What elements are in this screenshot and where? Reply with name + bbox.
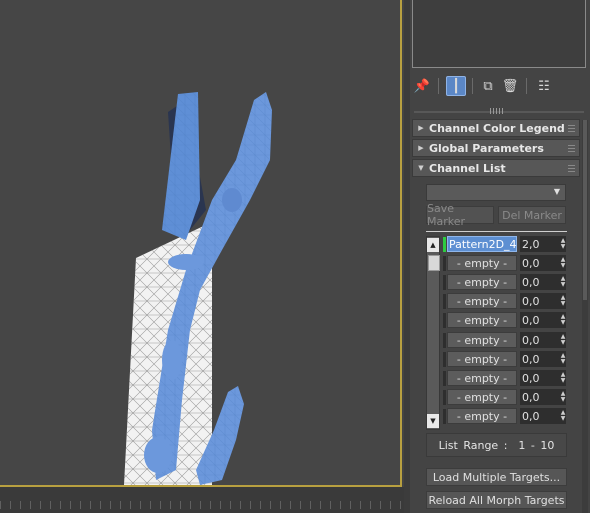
channel-row: Pattern2D_459 2,0 ▲▼: [443, 236, 576, 253]
command-panel-scrollbar[interactable]: [582, 120, 588, 513]
channel-status-indicator: [443, 237, 446, 252]
load-multiple-targets-button[interactable]: Load Multiple Targets...: [426, 468, 567, 486]
rollout-channel-color-legend[interactable]: ▶ Channel Color Legend: [412, 119, 580, 137]
channel-status-indicator: [443, 313, 446, 328]
channel-name-button[interactable]: Pattern2D_459: [447, 236, 517, 252]
channel-status-indicator: [443, 371, 446, 386]
channel-list-scrollbar[interactable]: ▲ ▼: [426, 236, 440, 430]
command-panel: 📌 ┃ ⧉ 🗑 ☷ ▶ Channel Color Legend ▶ Globa…: [410, 0, 590, 513]
rollout-grip-icon[interactable]: [568, 164, 575, 172]
scrollbar-thumb[interactable]: [583, 120, 587, 300]
channel-name-button[interactable]: - empty -: [447, 408, 517, 424]
modifier-stack-toolbar: 📌 ┃ ⧉ 🗑 ☷: [412, 74, 586, 98]
list-range-label: List Range :: [438, 438, 508, 452]
channel-name-button[interactable]: - empty -: [447, 255, 517, 271]
reload-all-morph-targets-button[interactable]: Reload All Morph Targets: [426, 491, 567, 509]
channel-list-body: ▼ Save Marker Del Marker ▲ ▼ Pattern2D_4…: [412, 178, 580, 513]
collapsed-arrow-icon: ▶: [418, 144, 424, 152]
channel-status-indicator: [443, 409, 446, 424]
channel-row: - empty - 0,0 ▲ ▼: [443, 293, 576, 310]
viewport-scene: [124, 92, 272, 485]
scroll-up-icon[interactable]: ▲: [427, 238, 439, 252]
spinner-icon[interactable]: ▲ ▼: [559, 372, 567, 384]
chevron-down-icon: ▼: [553, 187, 560, 196]
channel-status-indicator: [443, 256, 446, 271]
channel-name-button[interactable]: - empty -: [447, 274, 517, 290]
spinner-icon[interactable]: ▲ ▼: [559, 353, 567, 365]
rollout-channel-list[interactable]: ▼ Channel List: [412, 159, 580, 177]
channel-status-indicator: [443, 390, 446, 405]
panel-divider-grip[interactable]: [490, 108, 504, 114]
rollout-grip-icon[interactable]: [568, 144, 575, 152]
spinner-icon[interactable]: ▲ ▼: [559, 295, 567, 307]
spinner-icon[interactable]: ▲ ▼: [559, 238, 567, 250]
pin-icon[interactable]: 📌: [412, 76, 432, 96]
channel-status-indicator: [443, 333, 446, 348]
channel-status-indicator: [443, 275, 446, 290]
channel-row: - empty - 0,0 ▲ ▼: [443, 332, 576, 349]
scrollbar-thumb[interactable]: [428, 255, 440, 271]
channel-name-button[interactable]: - empty -: [447, 293, 517, 309]
scroll-down-icon[interactable]: ▼: [427, 414, 439, 428]
configure-modifier-sets-icon[interactable]: ☷: [534, 76, 554, 96]
list-range-display: List Range : 1 - 10: [426, 433, 567, 457]
spinner-icon[interactable]: ▲ ▼: [559, 410, 567, 422]
channel-name-button[interactable]: - empty -: [447, 312, 517, 328]
channel-row: - empty - 0,0 ▲ ▼: [443, 370, 576, 387]
channel-status-indicator: [443, 352, 446, 367]
remove-modifier-icon[interactable]: 🗑: [500, 76, 520, 96]
rollout-global-parameters[interactable]: ▶ Global Parameters: [412, 139, 580, 157]
channel-list: ▲ ▼ Pattern2D_459 2,0 ▲▼ - empty - 0,0 ▲…: [426, 236, 576, 432]
collapsed-arrow-icon: ▶: [418, 124, 424, 132]
channel-name-button[interactable]: - empty -: [447, 370, 517, 386]
modifier-stack-list[interactable]: [412, 0, 586, 68]
channel-name-button[interactable]: - empty -: [447, 389, 517, 405]
rollout-title: Global Parameters: [429, 141, 544, 155]
channel-row: - empty - 0,0 ▲ ▼: [443, 389, 576, 406]
divider: [426, 231, 567, 232]
timeline-bar[interactable]: [0, 487, 404, 513]
rollout-title: Channel List: [429, 161, 506, 175]
rollout-title: Channel Color Legend: [429, 121, 565, 135]
spinner-icon[interactable]: ▲ ▼: [559, 276, 567, 288]
save-marker-button[interactable]: Save Marker: [426, 202, 494, 228]
expanded-arrow-icon: ▼: [418, 164, 424, 172]
del-marker-button[interactable]: Del Marker: [498, 206, 566, 224]
channel-row: - empty - 0,0 ▲ ▼: [443, 255, 576, 272]
channel-name-button[interactable]: - empty -: [447, 351, 517, 367]
marker-dropdown[interactable]: ▼: [426, 184, 566, 201]
make-unique-icon[interactable]: ⧉: [478, 76, 498, 96]
channel-row: - empty - 0,0 ▲ ▼: [443, 274, 576, 291]
channel-row: - empty - 0,0 ▲ ▼: [443, 312, 576, 329]
channel-row: - empty - 0,0 ▲ ▼: [443, 351, 576, 368]
channel-row: - empty - 0,0 ▲ ▼: [443, 408, 576, 425]
channel-status-indicator: [443, 294, 446, 309]
spinner-icon[interactable]: ▲ ▼: [559, 391, 567, 403]
spinner-icon[interactable]: ▲ ▼: [559, 334, 567, 346]
spinner-icon[interactable]: ▲ ▼: [559, 257, 567, 269]
channel-name-button[interactable]: - empty -: [447, 332, 517, 348]
perspective-viewport[interactable]: [0, 0, 402, 487]
rollout-grip-icon[interactable]: [568, 124, 575, 132]
list-range-value: 1 - 10: [518, 438, 555, 452]
show-end-result-icon[interactable]: ┃: [446, 76, 466, 96]
spinner-icon[interactable]: ▲ ▼: [559, 314, 567, 326]
